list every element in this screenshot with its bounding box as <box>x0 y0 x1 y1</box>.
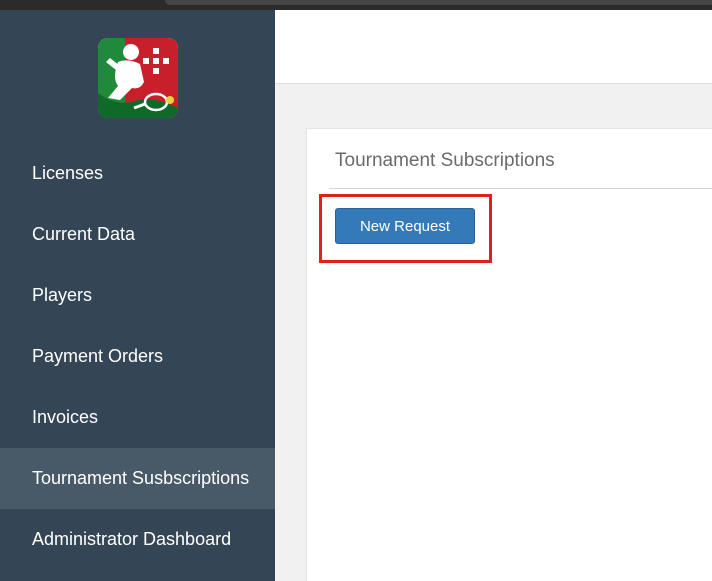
sidebar-item-tournament-subscriptions[interactable]: Tournament Susbscriptions <box>0 448 275 509</box>
sidebar-item-players[interactable]: Players <box>0 265 275 326</box>
sidebar-item-label: Invoices <box>32 407 99 427</box>
sidebar-item-invoices[interactable]: Invoices <box>0 387 275 448</box>
sidebar-item-label: Licenses <box>32 163 104 183</box>
sidebar-item-label: Current Data <box>32 224 136 244</box>
browser-top-strip <box>0 0 712 10</box>
sidebar-item-current-data[interactable]: Current Data <box>0 204 275 265</box>
divider <box>329 188 712 189</box>
padel-federation-logo-icon[interactable] <box>98 38 178 118</box>
browser-tab-strip <box>165 0 712 5</box>
sidebar-item-label: Payment Orders <box>32 346 164 366</box>
top-header <box>275 10 712 84</box>
sidebar-item-administrator-dashboard[interactable]: Administrator Dashboard <box>0 509 275 570</box>
sidebar: Licenses Current Data Players Payment Or… <box>0 10 275 581</box>
sidebar-item-payment-orders[interactable]: Payment Orders <box>0 326 275 387</box>
sidebar-item-label: Administrator Dashboard <box>32 529 232 549</box>
sidebar-item-licenses[interactable]: Licenses <box>0 143 275 204</box>
sidebar-nav: Licenses Current Data Players Payment Or… <box>0 143 275 570</box>
panel-title: Tournament Subscriptions <box>335 150 555 171</box>
sidebar-item-label: Tournament Susbscriptions <box>32 468 250 488</box>
new-request-button[interactable]: New Request <box>335 208 475 244</box>
sidebar-item-label: Players <box>32 285 93 305</box>
